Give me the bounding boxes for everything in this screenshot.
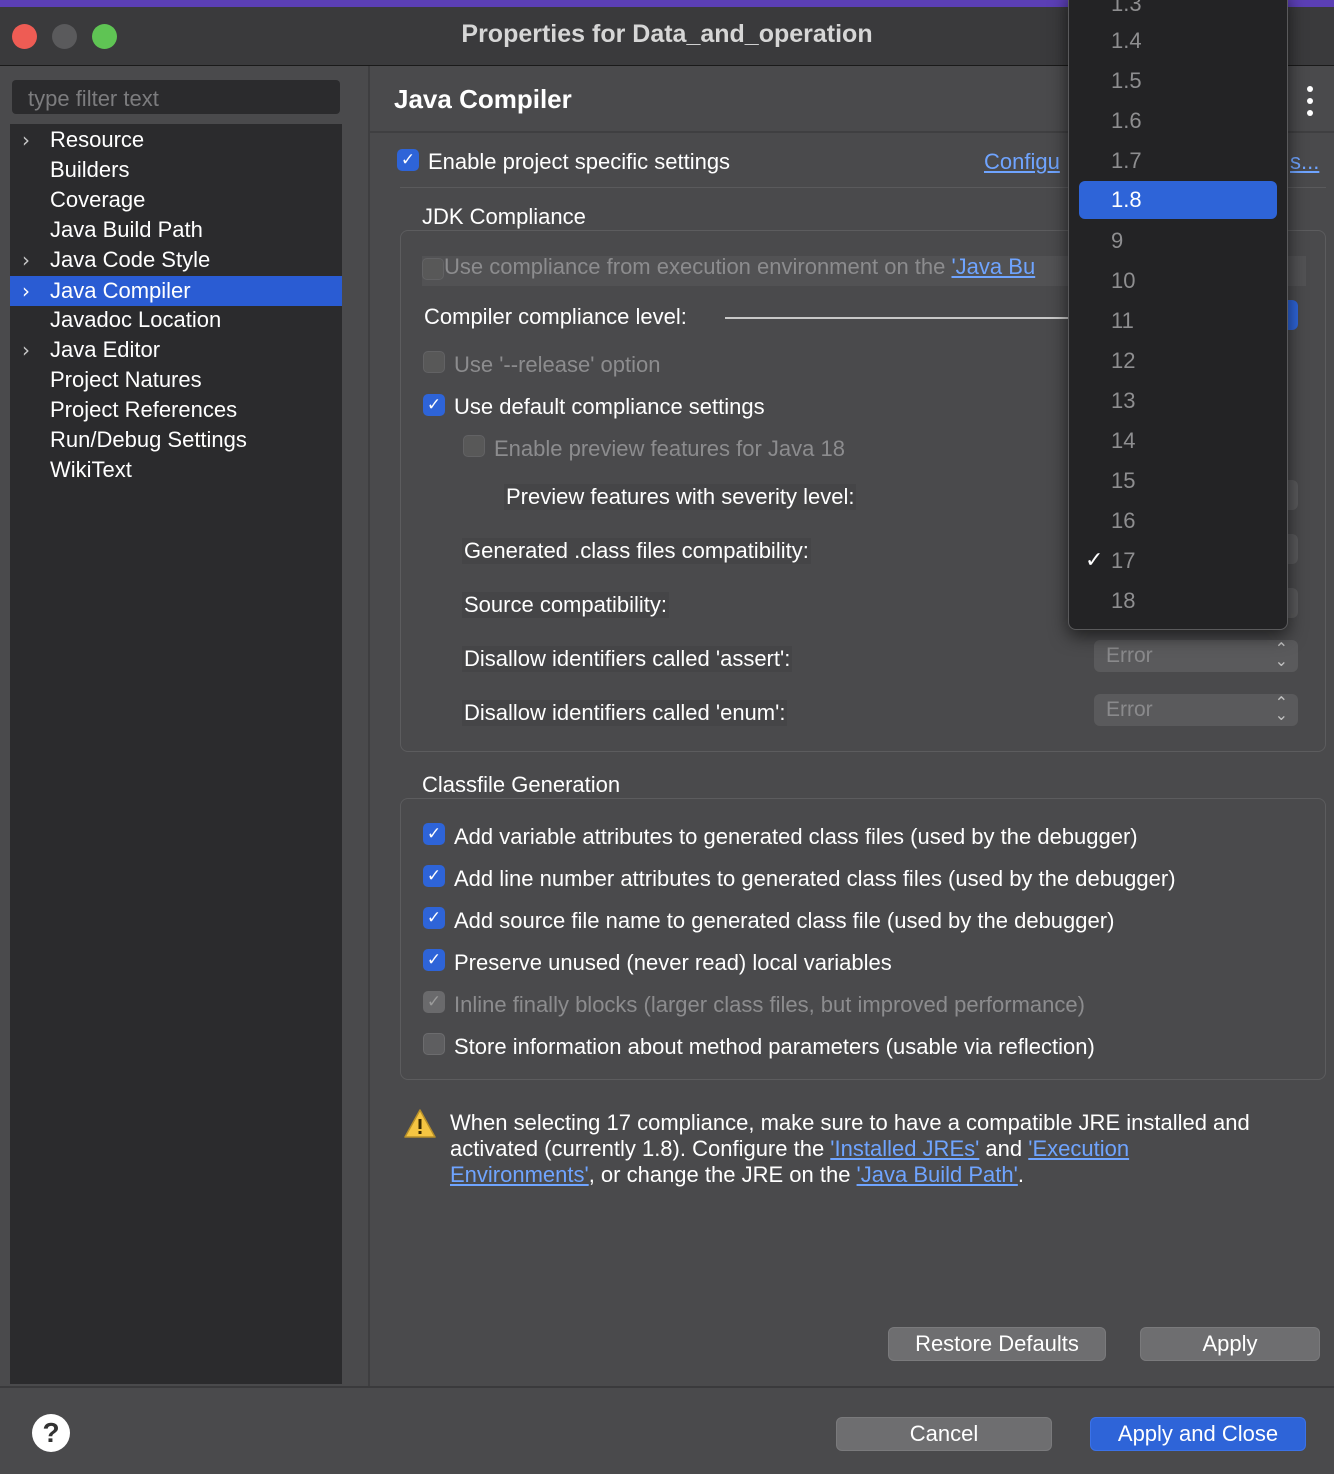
release-option-label: Use '--release' option: [454, 352, 661, 377]
preserve-unused-label: Preserve unused (never read) local varia…: [454, 950, 892, 975]
compliance-level-leader: [725, 317, 1070, 319]
dropdown-option[interactable]: 1.6: [1079, 102, 1277, 140]
source-file-name-label: Add source file name to generated class …: [454, 908, 1115, 933]
inline-finally-label: Inline finally blocks (larger class file…: [454, 992, 1085, 1017]
sidebar-item-java-build-path[interactable]: Java Build Path: [10, 215, 342, 245]
apply-and-close-button[interactable]: Apply and Close: [1090, 1417, 1306, 1451]
chevron-right-icon[interactable]: ›: [22, 125, 30, 155]
configure-workspace-link[interactable]: Configu: [984, 149, 1060, 175]
dropdown-option[interactable]: 1.7: [1079, 142, 1277, 180]
dropdown-option[interactable]: 1.4: [1079, 22, 1277, 60]
help-icon[interactable]: ?: [32, 1414, 70, 1452]
restore-defaults-button[interactable]: Restore Defaults: [888, 1327, 1106, 1361]
dropdown-option-1-3[interactable]: 1.3: [1079, 0, 1277, 23]
configure-link-tail-text[interactable]: s...: [1290, 149, 1319, 174]
sidebar-item-wikitext[interactable]: WikiText: [10, 455, 342, 485]
sidebar-item-run-debug-settings[interactable]: Run/Debug Settings: [10, 425, 342, 455]
configure-link-text[interactable]: Configu: [984, 149, 1060, 174]
sidebar-item-project-references[interactable]: Project References: [10, 395, 342, 425]
enum-identifier-select[interactable]: Error ⌃ ⌄: [1094, 694, 1298, 726]
assert-identifier-select[interactable]: Error ⌃ ⌄: [1094, 640, 1298, 672]
release-option-checkbox[interactable]: [423, 351, 445, 373]
variable-attributes-label: Add variable attributes to generated cla…: [454, 824, 1138, 849]
dropdown-option[interactable]: 11: [1079, 302, 1277, 340]
dropdown-option[interactable]: 15: [1079, 462, 1277, 500]
sidebar-item-javadoc-location[interactable]: Javadoc Location: [10, 305, 342, 335]
variable-attributes-checkbox[interactable]: ✓: [423, 823, 445, 845]
up-down-arrows-icon: ⌃ ⌄: [1274, 693, 1288, 724]
filter-input[interactable]: type filter text: [12, 80, 340, 114]
dropdown-option-highlighted[interactable]: 1.8: [1079, 181, 1277, 219]
warning-icon: [404, 1109, 436, 1138]
dropdown-option[interactable]: 14: [1079, 422, 1277, 460]
chevron-right-icon[interactable]: ›: [22, 335, 30, 365]
warning-message: When selecting 17 compliance, make sure …: [450, 1110, 1250, 1187]
source-compat-select-edge[interactable]: [1288, 588, 1298, 618]
dropdown-option[interactable]: 12: [1079, 342, 1277, 380]
line-number-attributes-checkbox[interactable]: ✓: [423, 865, 445, 887]
pane-divider[interactable]: [368, 66, 370, 1386]
class-compat-label: Generated .class files compatibility:: [462, 538, 811, 564]
checkmark-icon: ✓: [1085, 548, 1104, 573]
apply-button[interactable]: Apply: [1140, 1327, 1320, 1361]
enable-project-settings-label: Enable project specific settings: [428, 149, 731, 174]
compliance-level-dropdown[interactable]: 1.3 1.4 1.5 1.6 1.7 1.8 9 10 11 12 13 14…: [1068, 0, 1288, 630]
method-parameters-label: Store information about method parameter…: [454, 1034, 1095, 1059]
sidebar-item-java-compiler[interactable]: › Java Compiler: [10, 276, 342, 306]
dropdown-option[interactable]: 1.5: [1079, 62, 1277, 100]
use-env-label: Use compliance from execution environmen…: [444, 254, 1036, 279]
preview-features-checkbox[interactable]: [463, 435, 485, 457]
method-parameters-checkbox[interactable]: [423, 1033, 445, 1055]
preview-features-label: Enable preview features for Java 18: [494, 436, 845, 461]
dropdown-option[interactable]: 16: [1079, 502, 1277, 540]
chevron-right-icon[interactable]: ›: [22, 245, 30, 275]
preview-severity-select-edge[interactable]: [1288, 480, 1298, 510]
sidebar-item-project-natures[interactable]: Project Natures: [10, 365, 342, 395]
compliance-level-label: Compiler compliance level:: [424, 304, 687, 329]
use-env-checkbox[interactable]: [422, 258, 444, 280]
compliance-level-select-edge[interactable]: [1288, 300, 1298, 330]
enable-project-settings-checkbox[interactable]: ✓: [397, 149, 419, 171]
java-build-path-link[interactable]: 'Java Bu: [951, 254, 1035, 279]
classfile-generation-title: Classfile Generation: [422, 772, 621, 797]
dropdown-option[interactable]: 9: [1079, 222, 1277, 260]
jdk-compliance-title: JDK Compliance: [422, 204, 586, 229]
assert-identifier-label: Disallow identifiers called 'assert':: [462, 646, 793, 672]
sidebar-item-java-code-style[interactable]: › Java Code Style: [10, 245, 342, 275]
default-compliance-label: Use default compliance settings: [454, 394, 765, 419]
source-file-name-checkbox[interactable]: ✓: [423, 907, 445, 929]
more-menu-icon[interactable]: [1300, 84, 1320, 118]
java-build-path-link[interactable]: 'Java Build Path': [857, 1162, 1018, 1187]
sidebar-item-builders[interactable]: Builders: [10, 155, 342, 185]
default-compliance-checkbox[interactable]: ✓: [423, 394, 445, 416]
page-title: Java Compiler: [394, 84, 572, 114]
up-down-arrows-icon: ⌃ ⌄: [1274, 639, 1288, 670]
execution-environments-link-cont[interactable]: Environments': [450, 1162, 589, 1187]
execution-environments-link[interactable]: 'Execution: [1028, 1136, 1129, 1161]
preview-severity-label: Preview features with severity level:: [504, 484, 857, 510]
line-number-attributes-label: Add line number attributes to generated …: [454, 866, 1176, 891]
installed-jres-link[interactable]: 'Installed JREs': [830, 1136, 979, 1161]
cancel-button[interactable]: Cancel: [836, 1417, 1052, 1451]
sidebar-item-coverage[interactable]: Coverage: [10, 185, 342, 215]
configure-link-tail[interactable]: s...: [1290, 149, 1319, 175]
dropdown-option-checked[interactable]: ✓ 17: [1079, 542, 1277, 580]
dropdown-option[interactable]: 13: [1079, 382, 1277, 420]
chevron-right-icon[interactable]: ›: [22, 276, 30, 306]
enum-identifier-label: Disallow identifiers called 'enum':: [462, 700, 788, 726]
dropdown-option[interactable]: 18: [1079, 582, 1277, 620]
preserve-unused-checkbox[interactable]: ✓: [423, 949, 445, 971]
dropdown-option[interactable]: 10: [1079, 262, 1277, 300]
inline-finally-checkbox[interactable]: ✓: [423, 991, 445, 1013]
sidebar-item-java-editor[interactable]: › Java Editor: [10, 335, 342, 365]
sidebar-item-resource[interactable]: › Resource: [10, 125, 342, 155]
source-compat-label: Source compatibility:: [462, 592, 669, 618]
class-compat-select-edge[interactable]: [1288, 534, 1298, 564]
